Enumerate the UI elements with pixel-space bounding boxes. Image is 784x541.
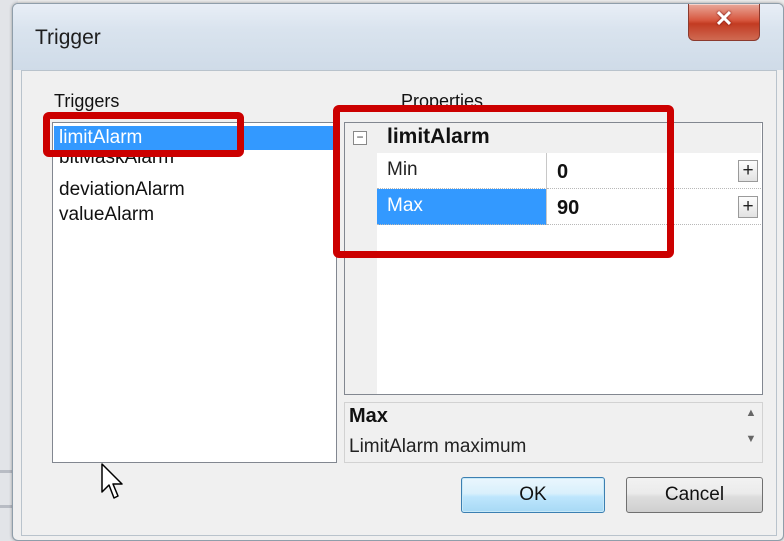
- ok-button[interactable]: OK: [461, 477, 605, 513]
- triggers-list[interactable]: limitAlarm bitMaskAlarm deviationAlarm v…: [52, 122, 337, 463]
- cancel-button[interactable]: Cancel: [626, 477, 763, 513]
- description-text: LimitAlarm maximum: [349, 436, 527, 457]
- property-description-panel: Max LimitAlarm maximum ▲ ▼: [344, 402, 763, 463]
- highlight-box-trigger: [43, 112, 244, 157]
- description-title: Max: [349, 405, 388, 427]
- max-expand-button[interactable]: +: [738, 196, 758, 218]
- list-item-valuealarm[interactable]: valueAlarm: [59, 203, 154, 227]
- triggers-label: Triggers: [54, 91, 120, 111]
- close-icon: ✕: [714, 6, 734, 31]
- mouse-cursor-icon: [101, 463, 123, 499]
- close-button[interactable]: ✕: [688, 4, 760, 41]
- list-item-deviationalarm[interactable]: deviationAlarm: [59, 178, 185, 202]
- min-expand-button[interactable]: +: [738, 160, 758, 182]
- scroll-up-icon[interactable]: ▲: [743, 407, 759, 419]
- scroll-down-icon[interactable]: ▼: [743, 433, 759, 445]
- title-bar: Trigger ✕: [13, 4, 783, 70]
- trigger-dialog: Trigger ✕ Triggers Properties limitAlarm…: [12, 3, 784, 541]
- highlight-box-properties: [333, 105, 674, 258]
- dialog-title: Trigger: [35, 26, 101, 49]
